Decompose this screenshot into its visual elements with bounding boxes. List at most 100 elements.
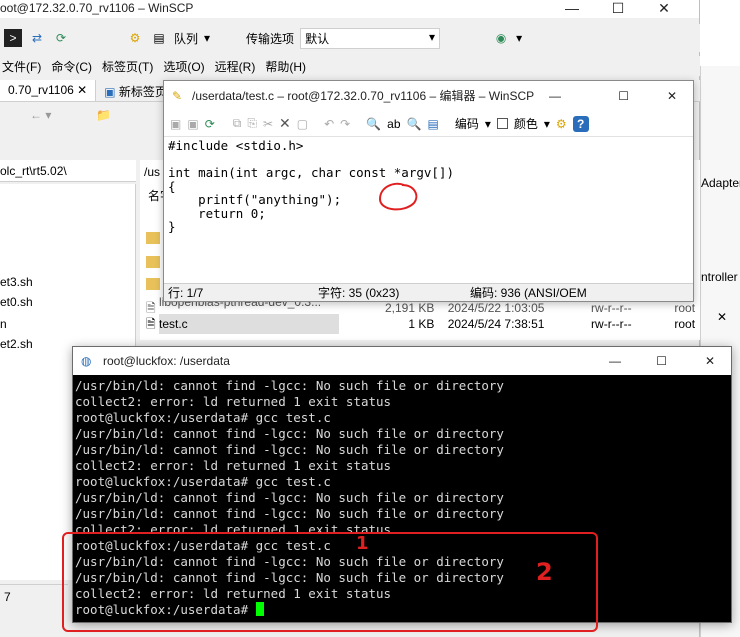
list-item[interactable]: et3.sh	[0, 272, 33, 292]
terminal-line: /usr/bin/ld: cannot find -lgcc: No such …	[75, 442, 504, 457]
cut-icon[interactable]: ✂	[263, 117, 273, 131]
chevron-down-icon[interactable]: ▾	[544, 117, 550, 131]
gear-icon[interactable]: ⚙	[126, 29, 144, 47]
undo-icon[interactable]: ↶	[324, 117, 334, 131]
list-item[interactable]: et0.sh	[0, 292, 33, 312]
sync-icon[interactable]: ⇄	[28, 29, 46, 47]
code-editor[interactable]: #include <stdio.h> int main(int argc, ch…	[168, 139, 691, 279]
globe-icon[interactable]: ◉	[492, 29, 510, 47]
annotation-box	[62, 532, 598, 632]
menu-command[interactable]: 命令(C)	[51, 58, 92, 75]
reload-icon[interactable]: ⟳	[205, 117, 215, 131]
minimize-icon[interactable]: —	[549, 0, 595, 16]
folder-icon	[146, 232, 160, 244]
save-icon[interactable]: ▣	[170, 117, 181, 131]
left-path-bar: olc_rt\rt5.02\	[0, 160, 136, 182]
terminal-line: root@luckfox:/userdata# gcc test.c	[75, 474, 331, 489]
menu-help[interactable]: 帮助(H)	[265, 58, 306, 75]
chevron-down-icon[interactable]: ▾	[45, 108, 51, 122]
menu-tabs[interactable]: 标签页(T)	[102, 58, 153, 75]
replace-icon[interactable]: ab	[387, 117, 400, 131]
c-file-icon: 🗎	[146, 317, 156, 331]
file-perm: rw-r--r--	[591, 317, 632, 331]
terminal-line: collect2: error: ld returned 1 exit stat…	[75, 394, 392, 409]
transfer-select[interactable]: 默认 ▾	[300, 27, 441, 49]
left-path[interactable]: olc_rt\rt5.02\	[0, 164, 67, 178]
queue-icon[interactable]: ▤	[150, 29, 168, 47]
close-icon[interactable]: ✕	[641, 0, 687, 16]
chevron-down-icon[interactable]: ▾	[485, 117, 491, 131]
code-line: }	[168, 219, 176, 234]
minimize-icon[interactable]: —	[609, 347, 621, 375]
menubar: 文件(F) 命令(C) 标签页(T) 选项(O) 远程(R) 帮助(H)	[0, 56, 700, 76]
file-name: et2.sh	[0, 337, 33, 351]
terminal-icon[interactable]: >	[4, 29, 22, 47]
status-line: 行: 1/7	[168, 286, 204, 300]
help-icon[interactable]: ?	[572, 115, 589, 132]
status-encoding: 编码: 936 (ANSI/OEM	[470, 286, 587, 300]
list-item[interactable]: et2.sh	[0, 334, 33, 354]
save-all-icon[interactable]: ▣	[187, 117, 198, 131]
transfer-select-value: 默认	[305, 31, 330, 46]
redo-icon[interactable]: ↷	[340, 117, 350, 131]
table-row[interactable]: 🗎 test.c 1 KB 2024/5/24 7:38:51 rw-r--r-…	[146, 314, 700, 334]
annotation-circle	[378, 182, 418, 211]
chevron-down-icon[interactable]: ▾	[204, 31, 210, 45]
copy-icon[interactable]: ⧉	[233, 116, 242, 131]
new-tab-icon: ▣	[104, 85, 116, 99]
tab-session-label: 0.70_rv1106	[8, 83, 74, 97]
file-name: et3.sh	[0, 275, 33, 289]
paste-icon[interactable]: ⎘	[247, 116, 257, 131]
goto-line-icon[interactable]: ▤	[427, 117, 438, 131]
chevron-down-icon[interactable]: ▾	[516, 31, 522, 45]
editor-titlebar: ✎ /userdata/test.c – root@172.32.0.70_rv…	[164, 81, 693, 111]
file-owner: root	[674, 301, 696, 315]
delete-icon[interactable]: ✕	[279, 115, 291, 132]
folder-icon	[146, 256, 160, 268]
close-icon[interactable]: ✕	[717, 310, 727, 324]
code-line: #include <stdio.h>	[168, 138, 304, 153]
terminal-title: root@luckfox: /userdata	[103, 354, 230, 368]
menu-file[interactable]: 文件(F)	[2, 58, 41, 75]
maximize-icon[interactable]: ☐	[595, 0, 641, 16]
maximize-icon[interactable]: ☐	[618, 81, 629, 111]
code-line: int main(int argc, char const *argv[])	[168, 165, 454, 180]
find-next-icon[interactable]: 🔍	[407, 117, 422, 131]
annotation-number-2: 2	[536, 558, 553, 586]
file-owner: root	[674, 317, 696, 331]
chevron-down-icon: ▾	[429, 29, 436, 44]
right-path[interactable]: /us	[144, 162, 160, 182]
maximize-icon[interactable]: ☐	[656, 347, 667, 375]
find-icon[interactable]: 🔍	[366, 117, 381, 131]
refresh-icon[interactable]: ⟳	[52, 29, 70, 47]
tab-session[interactable]: 0.70_rv1106 ✕	[0, 80, 97, 101]
encoding-button[interactable]: 编码	[455, 115, 479, 132]
gear-icon[interactable]: ⚙	[556, 117, 567, 131]
main-toolbar: > ⇄ ⟳ ⚙ ▤ 队列 ▾ 传输选项 默认 ▾ ◉ ▾	[0, 24, 700, 52]
terminal-line: root@luckfox:/userdata# gcc test.c	[75, 410, 331, 425]
right-toolbar: 📁	[96, 108, 156, 130]
list-item[interactable]: n	[0, 314, 7, 334]
queue-button[interactable]: 队列	[174, 30, 198, 47]
editor-title: /userdata/test.c – root@172.32.0.70_rv11…	[192, 89, 535, 103]
terminal-titlebar: ◍ root@luckfox: /userdata — ☐ ✕	[73, 347, 731, 375]
color-checkbox[interactable]	[496, 118, 508, 129]
close-icon[interactable]: ✕	[667, 81, 677, 111]
arrow-left-icon[interactable]: ←	[30, 108, 42, 122]
left-status-value: 7	[4, 590, 11, 604]
menu-remote[interactable]: 远程(R)	[215, 58, 256, 75]
editor-statusbar: 行: 1/7 字符: 35 (0x23) 编码: 936 (ANSI/OEM	[164, 283, 693, 301]
folder-icon	[146, 278, 160, 290]
minimize-icon[interactable]: —	[549, 81, 561, 111]
select-all-icon[interactable]: ▢	[297, 117, 308, 131]
winscp-title: oot@172.32.0.70_rv1106 – WinSCP	[0, 1, 194, 15]
folder-up-icon[interactable]: 📁	[96, 108, 111, 122]
close-icon[interactable]: ✕	[705, 347, 715, 375]
file-name: n	[0, 317, 7, 331]
terminal-line: collect2: error: ld returned 1 exit stat…	[75, 458, 392, 473]
menu-options[interactable]: 选项(O)	[163, 58, 204, 75]
file-name: test.c	[159, 314, 339, 334]
edit-icon: ✎	[172, 89, 183, 103]
left-status: 7	[0, 584, 68, 608]
